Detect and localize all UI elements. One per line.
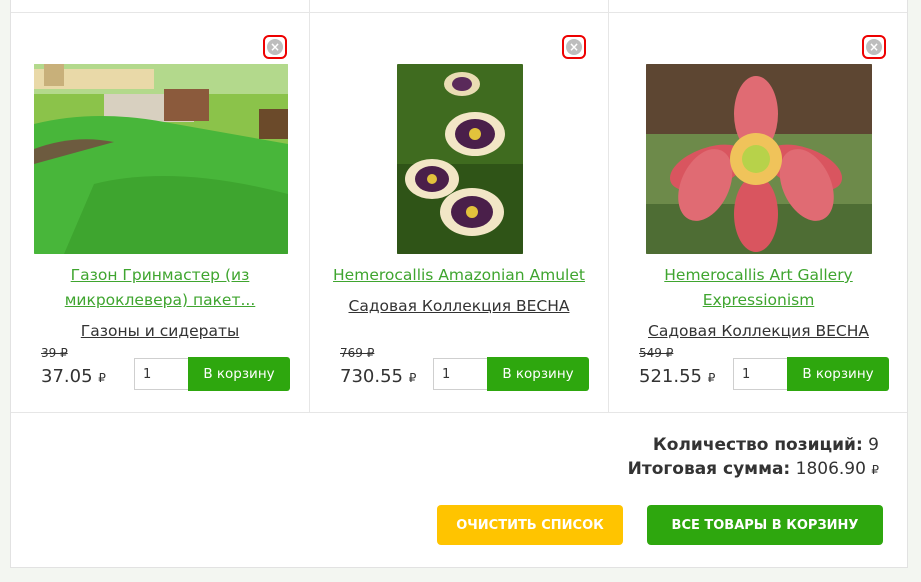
close-icon: ×	[566, 39, 582, 55]
add-to-cart-button[interactable]: В корзину	[487, 357, 589, 391]
product-card: × Hemerocallis Amazonian Amulet Садовая …	[310, 0, 609, 412]
product-image[interactable]	[34, 64, 288, 254]
product-category-link[interactable]: Садовая Коллекция ВЕСНА	[623, 322, 894, 340]
price: 730.55 ₽	[340, 366, 416, 387]
positions-value: 9	[868, 435, 879, 455]
price: 37.05 ₽	[41, 366, 106, 387]
all-to-cart-button[interactable]: ВСЕ ТОВАРЫ В КОРЗИНУ	[647, 505, 883, 545]
total-label: Итоговая сумма:	[627, 459, 791, 479]
close-icon: ×	[267, 39, 283, 55]
add-to-cart-button[interactable]: В корзину	[787, 357, 889, 391]
remove-item-button[interactable]: ×	[862, 35, 886, 59]
wishlist-panel: × Газон Гринмастер (из микроклевера) пак…	[10, 0, 908, 568]
currency-symbol: ₽	[408, 371, 417, 385]
old-price: 769 ₽	[340, 346, 375, 360]
product-image[interactable]	[646, 64, 872, 254]
product-card: × Газон Гринмастер (из микроклевера) пак…	[11, 0, 310, 412]
remove-item-button[interactable]: ×	[263, 35, 287, 59]
old-price: 549 ₽	[639, 346, 674, 360]
old-price: 39 ₽	[41, 346, 68, 360]
currency-symbol: ₽	[707, 371, 716, 385]
product-title-link[interactable]: Газон Гринмастер (из микроклевера) пакет…	[25, 263, 295, 313]
price-value: 37.05	[41, 366, 93, 387]
add-to-cart-button[interactable]: В корзину	[188, 357, 290, 391]
divider	[11, 412, 907, 413]
positions-label: Количество позиций:	[652, 435, 863, 455]
close-icon: ×	[866, 39, 882, 55]
clear-list-button[interactable]: ОЧИСТИТЬ СПИСОК	[437, 505, 623, 545]
product-card: × Hemerocallis Art Gallery Expressionism…	[609, 0, 908, 412]
total-sum: Итоговая сумма: 1806.90 ₽	[628, 459, 879, 479]
product-category-link[interactable]: Садовая Коллекция ВЕСНА	[324, 297, 594, 315]
price: 521.55 ₽	[639, 366, 715, 387]
quantity-input[interactable]	[134, 358, 188, 390]
quantity-input[interactable]	[733, 358, 787, 390]
remove-item-button[interactable]: ×	[562, 35, 586, 59]
quantity-input[interactable]	[433, 358, 487, 390]
product-category-link[interactable]: Газоны и сидераты	[25, 322, 295, 340]
total-value: 1806.90	[795, 459, 866, 479]
product-image[interactable]	[397, 64, 523, 254]
product-title-link[interactable]: Hemerocallis Art Gallery Expressionism	[623, 263, 894, 313]
currency-symbol: ₽	[871, 463, 879, 477]
product-title-link[interactable]: Hemerocallis Amazonian Amulet	[324, 263, 594, 288]
price-value: 521.55	[639, 366, 702, 387]
price-value: 730.55	[340, 366, 403, 387]
positions-count: Количество позиций: 9	[653, 435, 879, 455]
currency-symbol: ₽	[98, 371, 106, 385]
